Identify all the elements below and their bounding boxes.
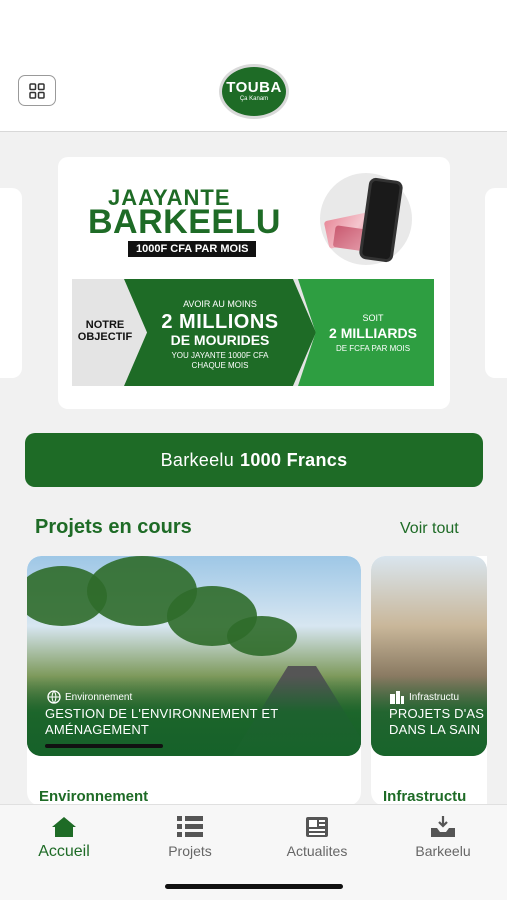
goal-mid-line1: AVOIR AU MOINS: [183, 299, 257, 309]
home-icon: [52, 817, 76, 837]
home-indicator: [165, 884, 343, 889]
list-icon: [177, 816, 203, 837]
title-underline: [45, 744, 163, 748]
carousel-next-card[interactable]: [485, 188, 507, 378]
carousel-prev-card[interactable]: [0, 188, 22, 378]
see-all-link[interactable]: Voir tout: [400, 520, 459, 538]
tab-label: Actualites: [286, 843, 348, 859]
goal-right-line1: SOIT: [362, 313, 384, 323]
project-card[interactable]: Environnement GESTION DE L'ENVIRONNEMENT…: [27, 556, 361, 806]
tab-accueil[interactable]: Accueil: [9, 815, 119, 861]
goal-right-line2: 2 MILLIARDS: [329, 325, 417, 341]
buildings-icon: [390, 691, 404, 704]
tab-projets[interactable]: Projets: [135, 815, 245, 859]
category-tag-label: Infrastructu: [409, 691, 460, 703]
project-image: Environnement GESTION DE L'ENVIRONNEMENT…: [27, 556, 361, 756]
banner-price-pill: 1000F CFA PAR MOIS: [128, 241, 257, 257]
menu-button[interactable]: [18, 75, 56, 106]
tab-label: Accueil: [38, 843, 90, 860]
goal-label: NOTRE OBJECTIF: [77, 319, 133, 343]
newspaper-icon: [306, 817, 328, 837]
section-title: Projets en cours: [35, 516, 192, 538]
goal-mid-line3: DE MOURIDES: [170, 332, 270, 348]
project-title: PROJETS D'AS DANS LA SAIN: [389, 706, 485, 737]
logo-subtext: Ça Kanam: [239, 96, 269, 102]
goal-panel: NOTRE OBJECTIF AVOIR AU MOINS 2 MILLIONS…: [72, 279, 434, 386]
category-tag: Environnement: [47, 690, 132, 704]
project-card[interactable]: Infrastructu PROJETS D'AS DANS LA SAIN I…: [371, 556, 487, 806]
tab-label: Barkeelu: [415, 843, 471, 859]
logo-text: TOUBA: [226, 79, 282, 96]
project-title: GESTION DE L'ENVIRONNEMENT ET AMÉNAGEMEN…: [45, 706, 279, 737]
goal-mid-line2: 2 MILLIONS: [161, 311, 279, 333]
banner-title-line2: BARKEELU: [88, 203, 281, 241]
cta-label-prefix: Barkeelu: [160, 449, 235, 470]
tab-label: Projets: [168, 843, 212, 859]
category-tag-label: Environnement: [65, 691, 133, 703]
donate-icon: [431, 816, 455, 837]
project-category: Infrastructu: [383, 788, 467, 805]
tab-actualites[interactable]: Actualites: [262, 815, 372, 859]
palm-tree: [227, 616, 297, 656]
project-category: Environnement: [39, 788, 149, 805]
category-tag: Infrastructu: [389, 690, 459, 704]
barkeelu-cta-button[interactable]: Barkeelu 1000 Francs: [25, 433, 483, 487]
tab-barkeelu[interactable]: Barkeelu: [388, 815, 498, 859]
globe-icon: [47, 690, 61, 704]
app-logo: TOUBA Ça Kanam: [219, 64, 289, 119]
promo-banner[interactable]: JAAYANTE BARKEELU 1000F CFA PAR MOIS NOT…: [58, 157, 450, 409]
app-header: TOUBA Ça Kanam: [0, 0, 507, 132]
goal-mid-arrow: AVOIR AU MOINS 2 MILLIONS DE MOURIDES YO…: [124, 279, 316, 386]
goal-mid-line4: YOU JAYANTE 1000F CFA CHAQUE MOIS: [171, 351, 269, 370]
goal-right-panel: SOIT 2 MILLIARDS DE FCFA PAR MOIS: [298, 279, 434, 386]
cta-label-bold: 1000 Francs: [240, 449, 348, 470]
goal-right-line3: DE FCFA PAR MOIS: [335, 344, 411, 353]
grid-icon: [29, 82, 45, 99]
project-image: Infrastructu PROJETS D'AS DANS LA SAIN: [371, 556, 487, 756]
